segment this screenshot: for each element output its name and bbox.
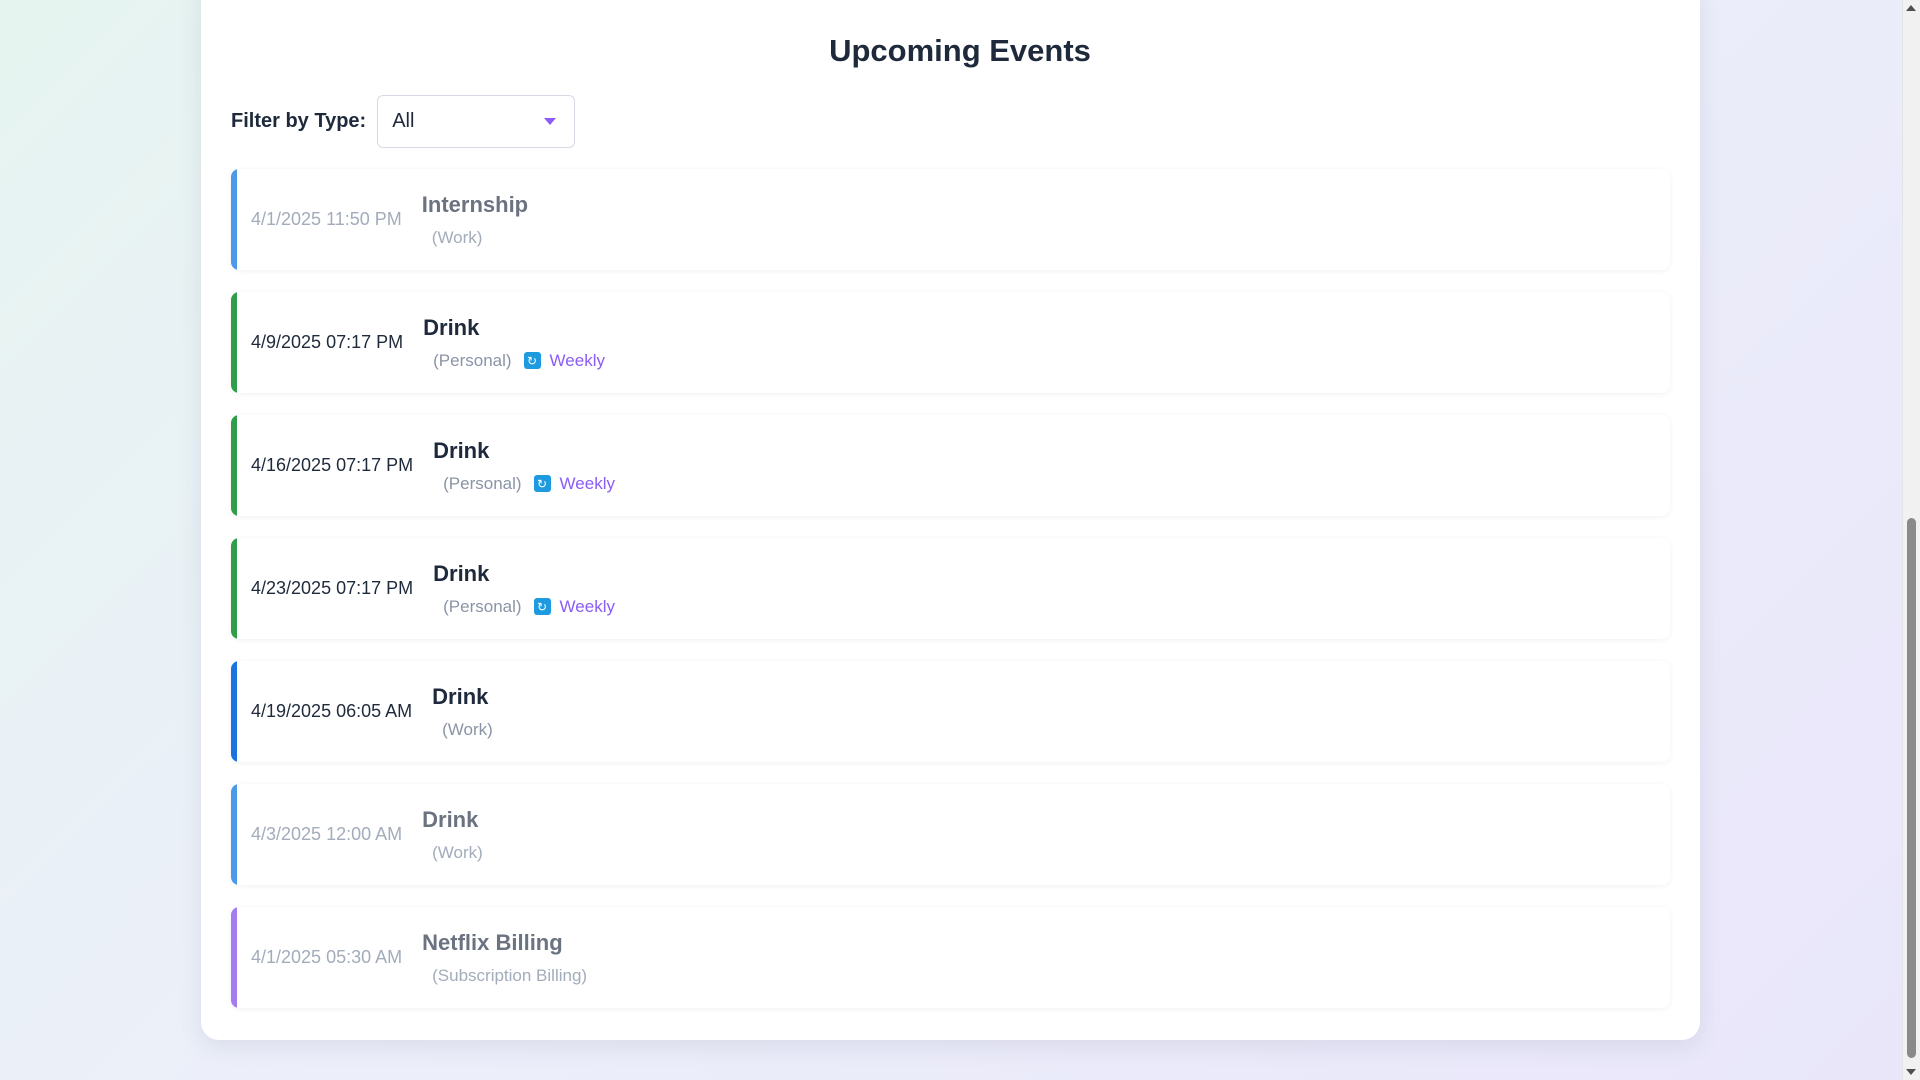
event-type: (Personal) — [443, 473, 522, 493]
event-info: Drink (Personal) ↻ Weekly — [423, 315, 605, 371]
scrollbar-thumb[interactable] — [1907, 518, 1916, 1058]
event-item[interactable]: 4/1/2025 05:30 AM Netflix Billing (Subsc… — [231, 907, 1670, 1008]
event-meta: (Subscription Billing) — [432, 966, 587, 986]
event-recurrence: Weekly — [559, 473, 615, 493]
event-meta: (Work) — [432, 843, 483, 863]
event-type: (Personal) — [433, 350, 512, 370]
type-filter-select[interactable]: All — [377, 95, 576, 148]
event-type-accent — [231, 292, 237, 393]
event-type-accent — [231, 907, 237, 1008]
event-info: Drink (Work) — [432, 684, 493, 740]
event-type-accent — [231, 538, 237, 639]
event-type-accent — [231, 169, 237, 270]
event-date: 4/1/2025 05:30 AM — [251, 947, 403, 967]
event-info: Drink (Work) — [422, 807, 483, 863]
event-type-accent — [231, 415, 237, 516]
event-type: (Work) — [431, 227, 483, 247]
page-title: Upcoming Events — [829, 33, 1091, 68]
event-type: (Work) — [442, 719, 493, 739]
repeat-icon: ↻ — [533, 598, 551, 615]
vertical-scrollbar[interactable] — [1902, 0, 1920, 1080]
filter-label: Filter by Type: — [231, 110, 367, 132]
event-item[interactable]: 4/16/2025 07:17 PM Drink (Personal) ↻ We… — [231, 415, 1670, 516]
event-info: Drink (Personal) ↻ Weekly — [433, 561, 615, 617]
event-name: Drink — [432, 683, 489, 709]
event-item[interactable]: 4/19/2025 06:05 AM Drink (Work) — [231, 661, 1670, 762]
event-meta: (Personal) ↻ Weekly — [443, 474, 615, 494]
event-date: 4/3/2025 12:00 AM — [251, 824, 403, 844]
event-name: Drink — [423, 314, 480, 340]
event-name: Drink — [433, 437, 490, 463]
event-info: Drink (Personal) ↻ Weekly — [433, 438, 615, 494]
event-name: Drink — [433, 560, 490, 586]
event-meta: (Work) — [432, 228, 528, 248]
event-item[interactable]: 4/9/2025 07:17 PM Drink (Personal) ↻ Wee… — [231, 292, 1670, 393]
event-type: (Work) — [432, 842, 483, 862]
event-recurrence: Weekly — [559, 596, 615, 616]
event-item[interactable]: 4/1/2025 11:50 PM Internship (Work) — [231, 169, 1670, 270]
event-date: 4/23/2025 07:17 PM — [251, 578, 414, 598]
event-date: 4/19/2025 06:05 AM — [251, 701, 413, 721]
event-name: Drink — [422, 806, 479, 832]
event-date: 4/16/2025 07:17 PM — [251, 455, 414, 475]
event-item[interactable]: 4/23/2025 07:17 PM Drink (Personal) ↻ We… — [231, 538, 1670, 639]
event-item[interactable]: 4/3/2025 12:00 AM Drink (Work) — [231, 784, 1670, 885]
event-date: 4/1/2025 11:50 PM — [251, 209, 402, 229]
event-name: Netflix Billing — [422, 929, 563, 955]
repeat-icon: ↻ — [533, 475, 551, 492]
event-type: (Personal) — [443, 596, 522, 616]
event-type-accent — [231, 661, 237, 762]
event-list: 4/1/2025 11:50 PM Internship (Work) 4/9/… — [231, 169, 1670, 1030]
event-type: (Subscription Billing) — [432, 965, 588, 985]
repeat-icon: ↻ — [523, 352, 541, 369]
scroll-down-arrow-icon[interactable] — [1906, 1069, 1916, 1075]
event-name: Internship — [421, 191, 529, 217]
type-filter-value: All — [392, 110, 415, 132]
event-recurrence: Weekly — [549, 350, 605, 370]
event-info: Internship (Work) — [422, 192, 528, 248]
event-type-accent — [231, 784, 237, 885]
chevron-down-icon — [544, 118, 557, 125]
scroll-up-arrow-icon[interactable] — [1906, 5, 1916, 11]
event-meta: (Personal) ↻ Weekly — [443, 597, 615, 617]
event-meta: (Work) — [442, 720, 493, 740]
event-meta: (Personal) ↻ Weekly — [433, 351, 605, 371]
event-date: 4/9/2025 07:17 PM — [251, 332, 404, 352]
filter-row: Filter by Type: All — [231, 95, 576, 148]
event-info: Netflix Billing (Subscription Billing) — [422, 930, 587, 986]
